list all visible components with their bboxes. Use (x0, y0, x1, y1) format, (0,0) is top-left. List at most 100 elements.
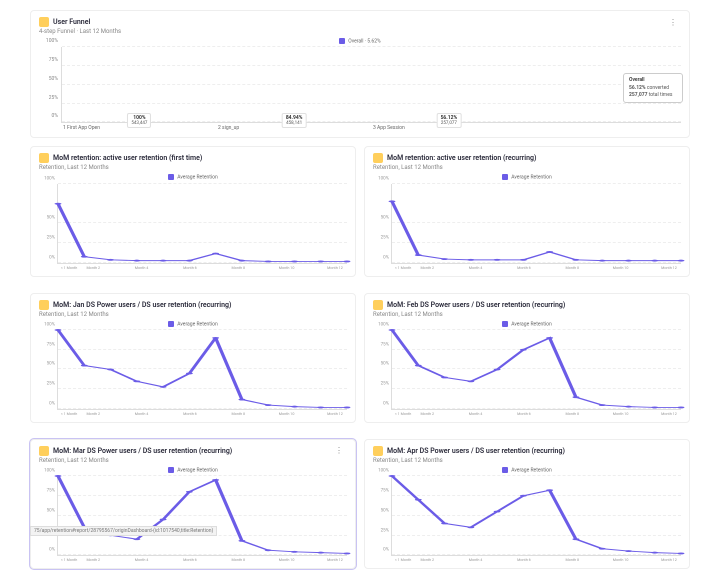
retention-xlabel (536, 558, 560, 562)
retention-icon (39, 446, 49, 456)
retention-panel: MoM: Feb DS Power users / DS user retent… (364, 293, 690, 423)
retention-xlabel: Month 6 (512, 412, 536, 416)
retention-chart: 0%25%50%75%100% (57, 476, 347, 556)
retention-legend: Average Retention (373, 174, 681, 180)
retention-xlabel (488, 412, 512, 416)
retention-xlabel: Month 6 (178, 558, 202, 562)
retention-xlabel: Month 6 (512, 266, 536, 270)
retention-xlabel (439, 558, 463, 562)
retention-xlabel: < 1 Month (57, 558, 81, 562)
retention-subtitle: Retention, Last 12 Months (39, 457, 347, 464)
retention-subtitle: Retention, Last 12 Months (373, 311, 681, 318)
retention-xlabel (584, 558, 608, 562)
retention-xlabel (439, 412, 463, 416)
retention-icon (39, 153, 49, 163)
retention-legend: Average Retention (373, 467, 681, 473)
retention-xlabel (250, 266, 274, 270)
retention-xlabel: < 1 Month (391, 558, 415, 562)
retention-title: MoM: Feb DS Power users / DS user retent… (387, 301, 565, 309)
more-button[interactable]: ⋮ (665, 18, 681, 27)
retention-xlabel: Month 6 (178, 412, 202, 416)
retention-icon (373, 446, 383, 456)
retention-subtitle: Retention, Last 12 Months (373, 457, 681, 464)
retention-panel: MoM retention: active user retention (re… (364, 146, 690, 276)
retention-xlabel (202, 266, 226, 270)
retention-xlabel: < 1 Month (57, 412, 81, 416)
retention-xlabel (584, 412, 608, 416)
retention-xlabel (250, 558, 274, 562)
retention-xlabel (250, 412, 274, 416)
retention-panel: MoM retention: active user retention (fi… (30, 146, 356, 276)
retention-xlabel (536, 412, 560, 416)
funnel-title: User Funnel (53, 18, 90, 26)
retention-title: MoM: Apr DS Power users / DS user retent… (387, 447, 565, 455)
retention-xlabel: Month 10 (609, 412, 633, 416)
retention-xlabel: Month 10 (609, 558, 633, 562)
retention-xlabel: Month 8 (560, 558, 584, 562)
retention-chart: 0%25%50%100% (391, 184, 681, 264)
retention-icon (373, 153, 383, 163)
retention-legend: Average Retention (39, 467, 347, 473)
retention-xlabel (488, 558, 512, 562)
retention-xlabel: Month 12 (657, 412, 681, 416)
retention-xlabel (584, 266, 608, 270)
retention-chart: 0%25%50%75%100% (57, 330, 347, 410)
retention-subtitle: Retention, Last 12 Months (39, 311, 347, 318)
retention-xlabel: Month 2 (415, 412, 439, 416)
retention-xlabel: Month 8 (560, 412, 584, 416)
retention-xlabel: < 1 Month (391, 266, 415, 270)
retention-legend: Average Retention (39, 321, 347, 327)
retention-xlabel: Month 12 (323, 558, 347, 562)
retention-subtitle: Retention, Last 12 Months (39, 164, 347, 171)
retention-xlabel: Month 6 (178, 266, 202, 270)
retention-xlabel: Month 4 (464, 412, 488, 416)
status-bar: 75/app/retention#report/28795567/originD… (30, 526, 217, 536)
retention-xlabel: Month 4 (130, 558, 154, 562)
retention-xlabel: Month 8 (226, 558, 250, 562)
retention-xlabel (633, 266, 657, 270)
retention-xlabel (202, 558, 226, 562)
retention-title: MoM retention: active user retention (re… (387, 154, 536, 162)
retention-xlabel: Month 2 (81, 266, 105, 270)
retention-xlabel: Month 4 (464, 558, 488, 562)
retention-panel: MoM: Mar DS Power users / DS user retent… (30, 439, 356, 569)
retention-xlabel: Month 8 (226, 412, 250, 416)
retention-xlabel: Month 10 (609, 266, 633, 270)
retention-xlabel (202, 412, 226, 416)
retention-xlabel (488, 266, 512, 270)
retention-xlabel: Month 2 (415, 558, 439, 562)
retention-xlabel: Month 6 (512, 558, 536, 562)
more-button[interactable]: ⋮ (331, 446, 347, 455)
retention-title: MoM retention: active user retention (fi… (53, 154, 202, 162)
retention-xlabel (154, 558, 178, 562)
retention-panel: MoM: Apr DS Power users / DS user retent… (364, 439, 690, 569)
retention-xlabel: Month 12 (657, 558, 681, 562)
retention-xlabel: Month 8 (226, 266, 250, 270)
retention-chart: 0%25%50%75%100% (391, 476, 681, 556)
retention-xlabel (299, 266, 323, 270)
retention-xlabel (439, 266, 463, 270)
retention-xlabel (105, 558, 129, 562)
retention-xlabel: Month 4 (130, 266, 154, 270)
retention-xlabel: Month 10 (275, 266, 299, 270)
retention-xlabel: Month 12 (323, 412, 347, 416)
retention-xlabel: Month 12 (657, 266, 681, 270)
retention-chart: 0%25%50%75%100% (391, 330, 681, 410)
retention-panel: MoM: Jan DS Power users / DS user retent… (30, 293, 356, 423)
funnel-icon (39, 17, 49, 27)
retention-xlabel (154, 266, 178, 270)
retention-xlabel: Month 2 (81, 412, 105, 416)
retention-xlabel: Month 10 (275, 558, 299, 562)
retention-xlabel: Month 2 (81, 558, 105, 562)
retention-chart: 0%25%50%100% (57, 184, 347, 264)
retention-xlabel (105, 266, 129, 270)
retention-xlabel (536, 266, 560, 270)
retention-xlabel: Month 10 (275, 412, 299, 416)
retention-title: MoM: Jan DS Power users / DS user retent… (53, 301, 231, 309)
retention-xlabel: Month 12 (323, 266, 347, 270)
retention-icon (39, 300, 49, 310)
funnel-chart: 0%25%50%75%100%100%543,44784.94%458,1415… (39, 47, 681, 131)
retention-xlabel: < 1 Month (391, 412, 415, 416)
retention-xlabel: Month 8 (560, 266, 584, 270)
funnel-subtitle: 4-step Funnel · Last 12 Months (39, 28, 681, 35)
